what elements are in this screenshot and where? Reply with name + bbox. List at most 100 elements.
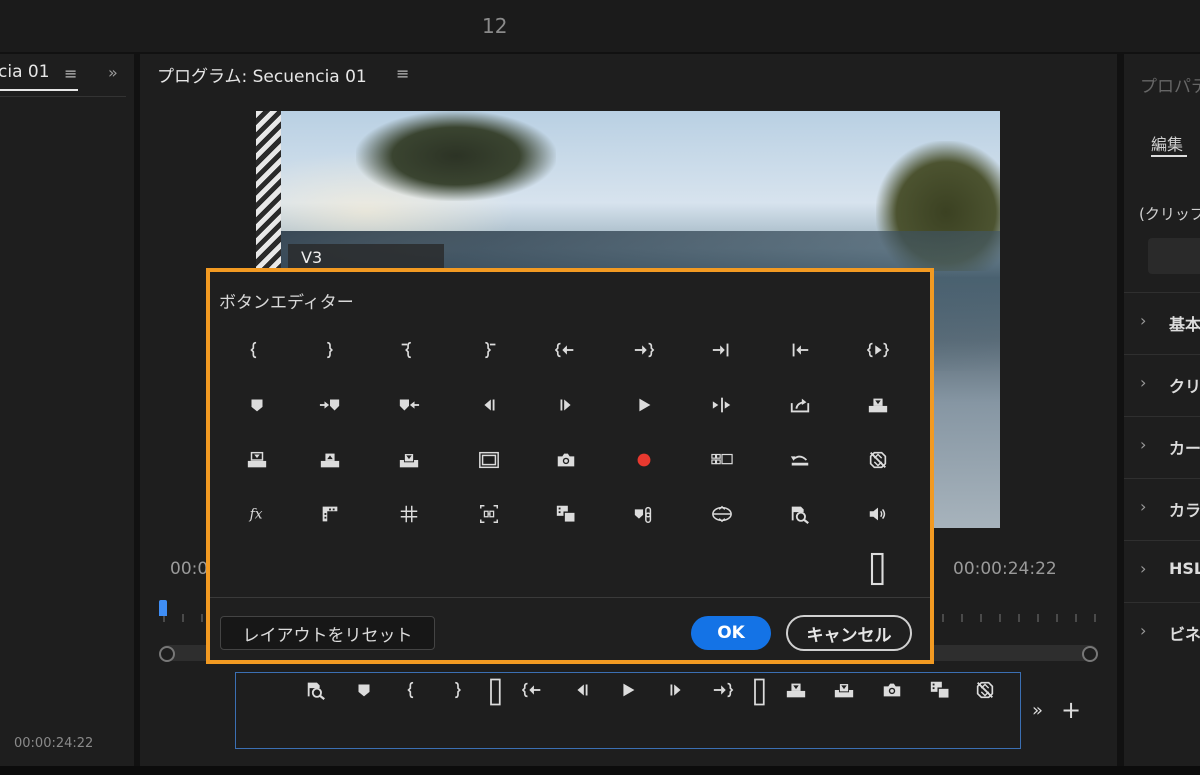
chevron-right-icon: › [1140, 621, 1147, 640]
multi-camera-icon[interactable] [702, 445, 742, 475]
camera-icon[interactable] [546, 445, 586, 475]
comparison-view-icon[interactable] [546, 499, 586, 529]
overwrite-icon[interactable] [829, 678, 859, 702]
go-to-out-icon[interactable] [624, 335, 664, 365]
overwrite-icon[interactable] [389, 445, 429, 475]
go-to-in-icon[interactable] [518, 678, 548, 702]
go-to-previous-marker-icon[interactable] [389, 390, 429, 420]
dialog-title: ボタンエディター [219, 293, 354, 313]
properties-section[interactable]: › HSL [1124, 540, 1200, 598]
play-in-to-out-icon[interactable] [858, 335, 898, 365]
go-to-next-marker-icon[interactable] [310, 390, 350, 420]
vr-video-icon[interactable] [702, 499, 742, 529]
svg-text:fx: fx [249, 507, 263, 523]
volume-icon[interactable] [858, 499, 898, 529]
go-to-out-icon[interactable] [708, 678, 738, 702]
toggle-proxies-icon[interactable] [858, 445, 898, 475]
hamburger-menu-icon[interactable]: ≡ [396, 64, 409, 83]
export-frame-icon[interactable] [780, 390, 820, 420]
play-around-icon[interactable] [702, 390, 742, 420]
lift-icon[interactable] [237, 445, 277, 475]
properties-section-label: ビネ [1169, 625, 1200, 644]
properties-section[interactable]: › カラ [1124, 478, 1200, 536]
play-icon[interactable] [613, 678, 643, 702]
clip-label: (クリップ [1139, 205, 1200, 223]
properties-section-label: カー [1169, 439, 1200, 458]
chevron-right-icon: › [1140, 435, 1147, 454]
spacer-icon[interactable] [745, 676, 775, 708]
chevron-right-icon: › [1140, 497, 1147, 516]
properties-panel-title[interactable]: プロパテ [1140, 72, 1200, 97]
properties-section[interactable]: › カー [1124, 416, 1200, 474]
zoom-icon[interactable] [301, 678, 331, 702]
properties-section-label: クリ [1169, 377, 1200, 396]
step-back-icon[interactable] [469, 390, 509, 420]
left-panel-divider [0, 96, 126, 97]
tab-underline [1151, 155, 1187, 157]
go-to-previous-edit-icon[interactable] [780, 335, 820, 365]
double-chevron-icon[interactable]: » [108, 63, 118, 82]
track-label: V3 [288, 244, 444, 270]
fx-icon[interactable]: fx [237, 499, 277, 529]
properties-section[interactable]: › ビネ [1124, 602, 1200, 660]
cancel-button[interactable]: キャンセル [786, 615, 912, 651]
ok-button[interactable]: OK [691, 616, 771, 650]
dialog-divider [210, 597, 930, 598]
insert-icon[interactable] [858, 390, 898, 420]
toggle-proxies-icon[interactable] [970, 678, 1000, 702]
go-to-next-edit-icon[interactable] [702, 335, 742, 365]
properties-section-label: HSL [1169, 559, 1200, 578]
add-marker-icon[interactable] [349, 678, 379, 702]
scrollbar-right-handle[interactable] [1082, 646, 1098, 662]
bottom-strip [0, 766, 1200, 775]
properties-section-label: カラ [1169, 501, 1200, 520]
program-monitor-title[interactable]: プログラム: Secuencia 01 [157, 62, 367, 87]
left-panel [0, 54, 134, 766]
scrollbar-left-handle[interactable] [159, 646, 175, 662]
chevron-right-icon: › [1140, 559, 1147, 578]
properties-section-label: 基本 [1169, 315, 1200, 334]
properties-section[interactable]: › 基本 [1124, 292, 1200, 350]
left-tab-underline [0, 89, 78, 91]
insert-icon[interactable] [781, 678, 811, 702]
tab-edit[interactable]: 編集 [1151, 131, 1183, 155]
camera-icon[interactable] [877, 678, 907, 702]
mark-in-icon[interactable] [399, 678, 429, 702]
fit-icon[interactable] [469, 499, 509, 529]
add-marker-icon[interactable] [237, 390, 277, 420]
reset-layout-button[interactable]: レイアウトをリセット [220, 616, 435, 650]
clear-out-icon[interactable] [469, 335, 509, 365]
zoom-icon[interactable] [780, 499, 820, 529]
spacer-icon[interactable] [858, 549, 898, 589]
chevron-right-icon: › [1140, 311, 1147, 330]
clear-in-icon[interactable] [389, 335, 429, 365]
video-trees-left [356, 111, 556, 201]
current-timecode[interactable]: 00:0 [170, 559, 208, 579]
record-icon[interactable] [624, 445, 664, 475]
mark-in-icon[interactable] [237, 335, 277, 365]
step-forward-icon[interactable] [661, 678, 691, 702]
mark-out-icon[interactable] [443, 678, 473, 702]
duration-timecode: 00:00:24:22 [953, 559, 1057, 579]
properties-section[interactable]: › クリ [1124, 354, 1200, 412]
play-icon[interactable] [624, 390, 664, 420]
step-back-icon[interactable] [567, 678, 597, 702]
trim-icon[interactable] [310, 499, 350, 529]
double-chevron-icon[interactable]: » [1032, 700, 1043, 721]
add-marker-link-icon[interactable] [624, 499, 664, 529]
step-forward-icon[interactable] [546, 390, 586, 420]
extract-icon[interactable] [310, 445, 350, 475]
add-button[interactable]: + [1061, 696, 1081, 724]
mark-out-icon[interactable] [310, 335, 350, 365]
go-to-in-icon[interactable] [546, 335, 586, 365]
clip-dropdown[interactable] [1148, 238, 1200, 274]
playhead[interactable] [159, 600, 167, 616]
spacer-icon[interactable] [481, 676, 511, 708]
loop-icon[interactable] [780, 445, 820, 475]
hamburger-menu-icon[interactable]: ≡ [64, 64, 77, 83]
top-bar-number: 12 [482, 14, 508, 38]
comparison-view-icon[interactable] [925, 678, 955, 702]
left-panel-title[interactable]: cia 01 [0, 62, 50, 82]
safe-margins-icon[interactable] [469, 445, 509, 475]
grid-icon[interactable] [389, 499, 429, 529]
